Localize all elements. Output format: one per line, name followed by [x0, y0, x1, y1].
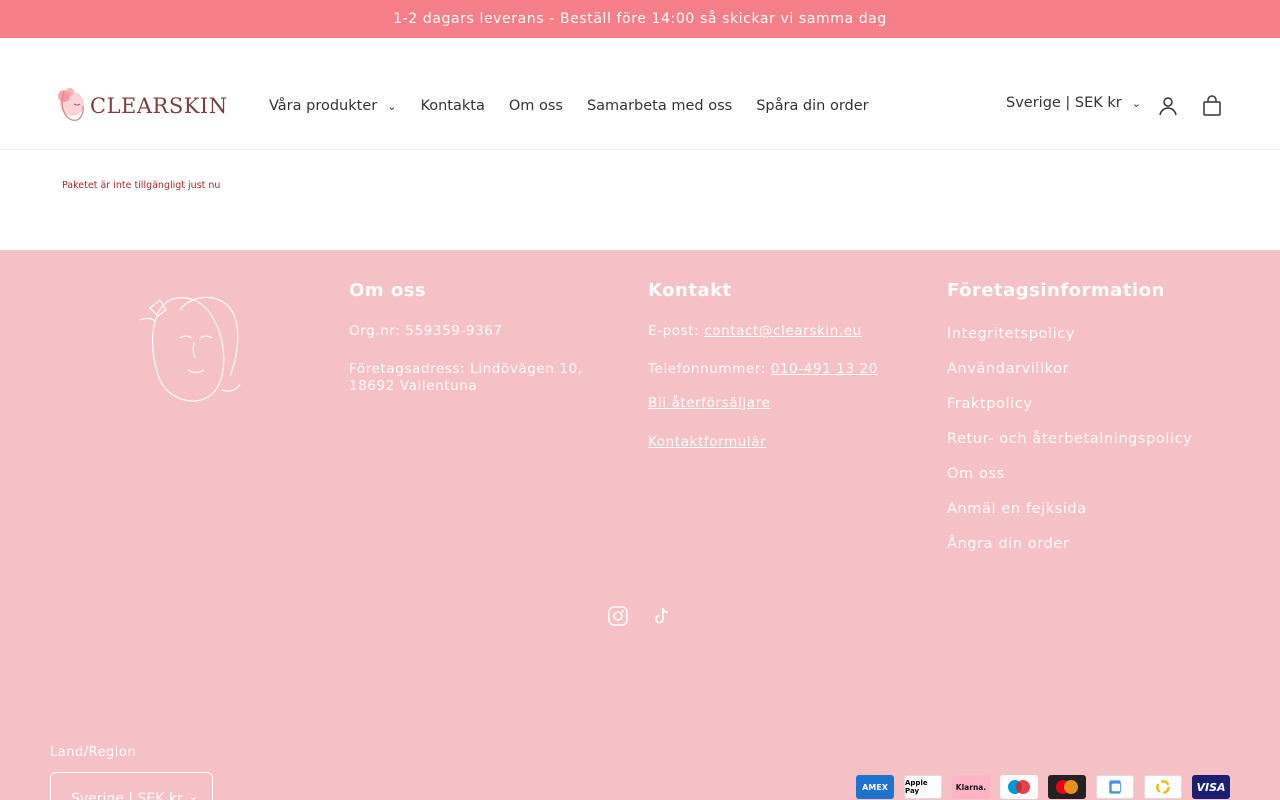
- nav-products[interactable]: Våra produkter ⌄: [269, 98, 396, 114]
- refund-policy-link[interactable]: Retur- och återbetalningspolicy: [947, 428, 1247, 463]
- chevron-down-icon: ⌄: [188, 790, 198, 800]
- site-footer: Om oss Org.nr: 559359-9367 Företagsadres…: [0, 250, 1280, 800]
- apple-pay-label: Apple Pay: [905, 779, 928, 795]
- footer-company-heading: Företagsinformation: [947, 280, 1165, 301]
- footer-contact-heading: Kontakt: [648, 280, 732, 301]
- maestro-icon: [1000, 775, 1038, 799]
- visa-label: VISA: [1196, 780, 1226, 794]
- visa-icon: VISA: [1192, 775, 1230, 799]
- chevron-down-icon: ⌄: [1131, 96, 1141, 110]
- country-selector-label: Sverige | SEK kr: [1006, 95, 1122, 111]
- amex-icon: AMEX: [856, 775, 894, 799]
- policy-links: Integritetspolicy Användarvillkor Fraktp…: [947, 323, 1247, 568]
- region-select[interactable]: Sverige | SEK kr ⌄: [50, 772, 213, 800]
- nav-collaborate[interactable]: Samarbeta med oss: [587, 98, 732, 114]
- email-line: E-post: contact@clearskin.eu: [648, 323, 928, 340]
- trustly-icon: [1144, 775, 1182, 799]
- brand-logo[interactable]: CLEARSKIN: [50, 82, 230, 130]
- terms-link[interactable]: Användarvillkor: [947, 358, 1247, 393]
- nav-about[interactable]: Om oss: [509, 98, 563, 114]
- phone-link[interactable]: 010-491 13 20: [771, 361, 878, 377]
- user-icon[interactable]: [1156, 94, 1180, 118]
- email-label: E-post:: [648, 323, 705, 339]
- contact-form-link[interactable]: Kontaktformulär: [648, 434, 766, 450]
- swish-mark: [1109, 780, 1122, 794]
- reseller-link[interactable]: Bli återförsäljare: [648, 395, 770, 411]
- region-label: Land/Region: [50, 745, 137, 760]
- klarna-label: Klarna.: [955, 782, 987, 792]
- report-fake-site-link[interactable]: Anmäl en fejksida: [947, 498, 1247, 533]
- face-illustration-icon: [139, 296, 241, 402]
- maestro-circles: [1008, 780, 1030, 794]
- site-header: CLEARSKIN Våra produkter ⌄ Kontakta Om o…: [0, 38, 1280, 150]
- footer-about-heading: Om oss: [349, 280, 427, 301]
- instagram-icon[interactable]: [607, 605, 629, 627]
- privacy-policy-link[interactable]: Integritetspolicy: [947, 323, 1247, 358]
- unavailable-notice: Paketet är inte tillgängligt just nu: [62, 180, 221, 191]
- company-address: Företagsadress: Lindövägen 10, 18692 Val…: [349, 361, 583, 394]
- main-nav: Våra produkter ⌄ Kontakta Om oss Samarbe…: [269, 95, 893, 117]
- region-select-value: Sverige | SEK kr: [71, 791, 183, 800]
- footer-company-info: Företagsinformation Integritetspolicy An…: [947, 280, 1247, 568]
- announcement-text: 1-2 dagars leverans - Beställ före 14:00…: [393, 11, 887, 27]
- footer-contact: Kontakt E-post: contact@clearskin.eu Tel…: [648, 280, 928, 451]
- brand-name: CLEARSKIN: [90, 94, 228, 118]
- announcement-bar: 1-2 dagars leverans - Beställ före 14:00…: [0, 0, 1280, 38]
- amex-label: AMEX: [862, 782, 888, 792]
- nav-contact-label: Kontakta: [420, 98, 485, 114]
- about-us-link[interactable]: Om oss: [947, 463, 1247, 498]
- cancel-order-link[interactable]: Ångra din order: [947, 533, 1247, 568]
- org-number: Org.nr: 559359-9367: [349, 323, 503, 339]
- trustly-ring: [1156, 780, 1170, 794]
- tiktok-icon[interactable]: [651, 605, 673, 627]
- bag-icon[interactable]: [1200, 94, 1224, 118]
- swish-icon: [1096, 775, 1134, 799]
- country-selector[interactable]: Sverige | SEK kr ⌄: [1006, 95, 1141, 111]
- phone-label: Telefonnummer:: [648, 361, 771, 377]
- nav-products-label: Våra produkter: [269, 98, 378, 114]
- nav-collaborate-label: Samarbeta med oss: [586, 98, 733, 114]
- chevron-down-icon: ⌄: [387, 99, 397, 113]
- shipping-policy-link[interactable]: Fraktpolicy: [947, 393, 1247, 428]
- nav-about-label: Om oss: [508, 98, 563, 114]
- klarna-icon: Klarna.: [952, 775, 990, 799]
- email-link[interactable]: contact@clearskin.eu: [704, 323, 862, 339]
- apple-pay-icon: Apple Pay: [904, 775, 942, 799]
- phone-line: Telefonnummer: 010-491 13 20: [648, 361, 928, 378]
- mastercard-circles: [1056, 780, 1078, 794]
- nav-track-order-label: Spåra din order: [756, 98, 869, 114]
- footer-about: Om oss Org.nr: 559359-9367 Företagsadres…: [349, 280, 629, 395]
- mastercard-icon: [1048, 775, 1086, 799]
- nav-contact[interactable]: Kontakta: [420, 98, 484, 114]
- nav-track-order[interactable]: Spåra din order: [756, 98, 868, 114]
